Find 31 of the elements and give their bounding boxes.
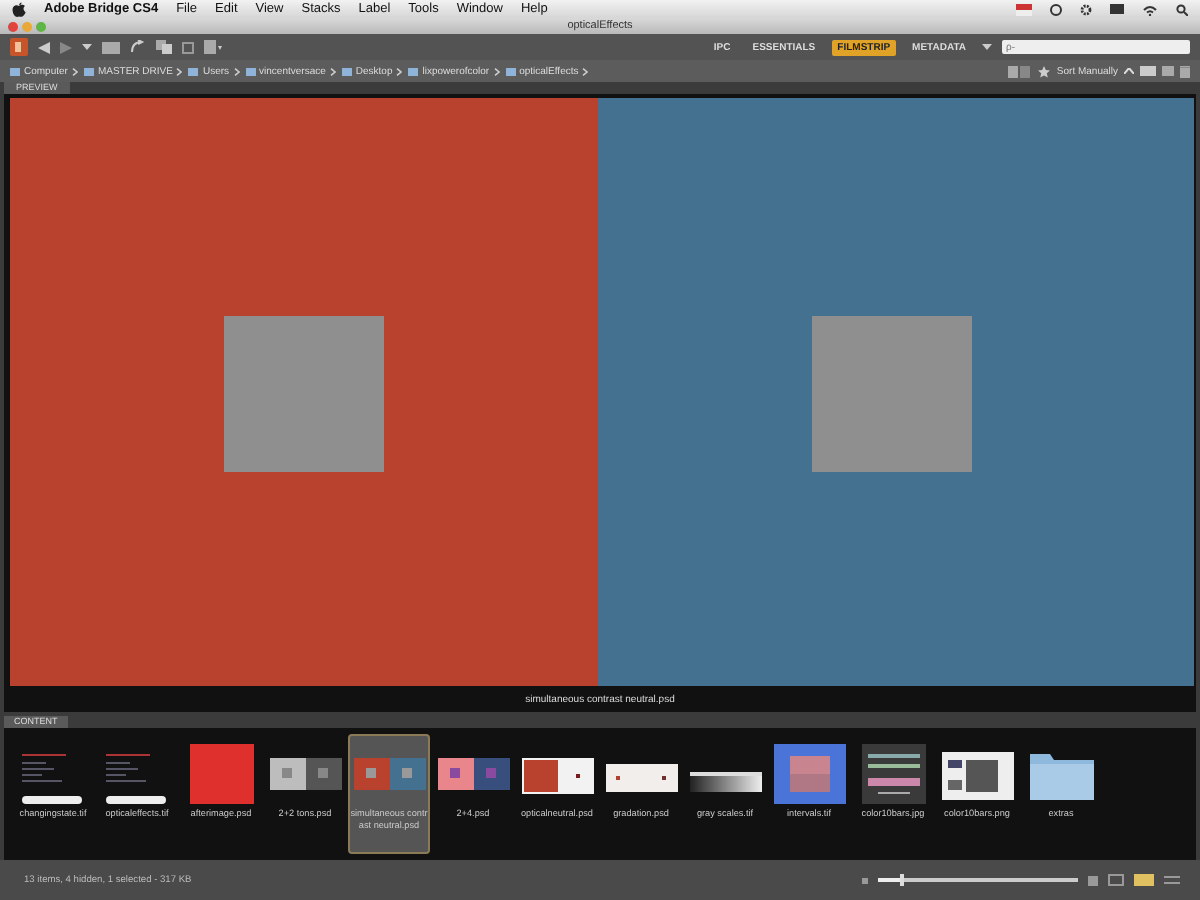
- dropdown-icon[interactable]: [82, 44, 92, 50]
- rotate-icon[interactable]: [130, 40, 146, 54]
- search-icon[interactable]: [1176, 3, 1188, 15]
- chevron-icon: [71, 67, 78, 75]
- square-icon[interactable]: [182, 41, 194, 53]
- chevron-icon: [582, 67, 589, 75]
- app-logo-icon[interactable]: [10, 38, 28, 56]
- chevron-icon: [493, 67, 500, 75]
- dropdown-icon[interactable]: [982, 44, 992, 50]
- chevron-icon: [329, 67, 336, 75]
- thumbnail: [689, 772, 761, 792]
- display-icon[interactable]: [1110, 3, 1124, 15]
- details-view-icon[interactable]: [1164, 874, 1180, 886]
- apple-icon[interactable]: [12, 1, 26, 17]
- trash-icon[interactable]: [1180, 65, 1190, 77]
- grid-view-icon[interactable]: [1108, 874, 1124, 886]
- thumbnail: [773, 744, 845, 804]
- chevron-icon: [396, 67, 403, 75]
- star-icon[interactable]: [1038, 65, 1051, 77]
- gear-icon[interactable]: [1080, 3, 1092, 15]
- chevron-icon: [233, 67, 240, 75]
- flag-icon[interactable]: [1016, 3, 1032, 15]
- chevron-icon: [176, 67, 183, 75]
- sort-order-icon[interactable]: [1124, 68, 1134, 74]
- thumbnail: [857, 744, 929, 804]
- copy-icon[interactable]: [156, 40, 172, 54]
- back-icon[interactable]: [38, 41, 50, 53]
- forward-icon[interactable]: [60, 41, 72, 53]
- wifi-icon[interactable]: [1142, 3, 1158, 15]
- thumbnail: [185, 744, 257, 804]
- close-button[interactable]: [8, 21, 18, 31]
